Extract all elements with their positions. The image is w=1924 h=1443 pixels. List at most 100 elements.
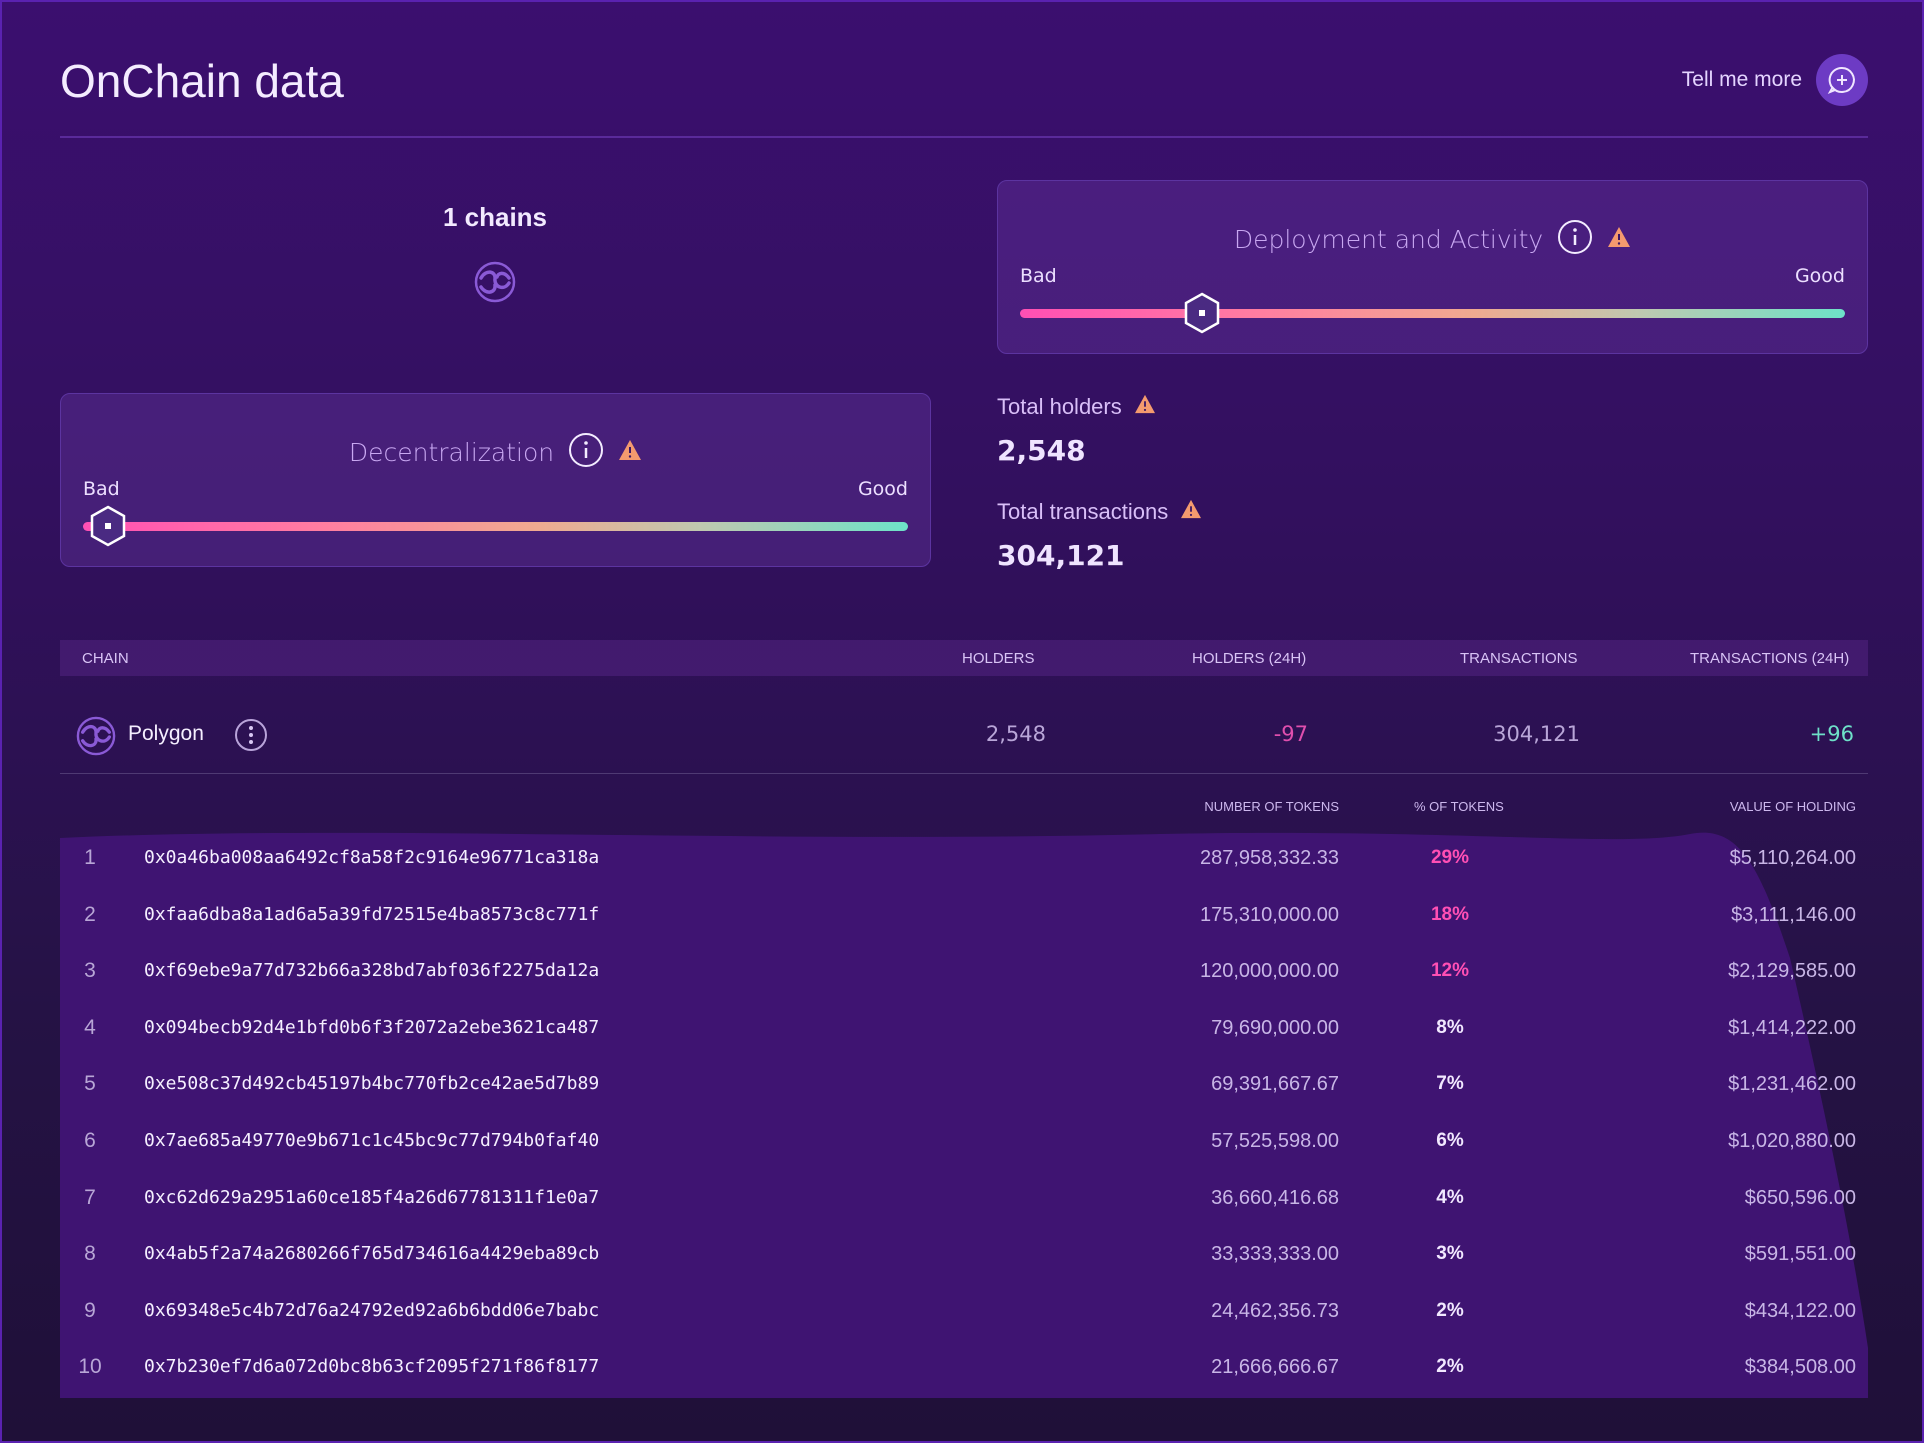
token-holder-row[interactable]: 7 0xc62d629a2951a60ce185f4a26d67781311f1e…: [60, 1172, 1868, 1228]
holder-value: $434,122.00: [1744, 1299, 1856, 1322]
score-track: [83, 522, 908, 531]
holder-address[interactable]: 0xe508c37d492cb45197b4bc770fb2ce42ae5d7b…: [144, 1073, 599, 1094]
holder-token-percent: 8%: [1436, 1016, 1464, 1038]
tell-me-more-button[interactable]: Tell me more: [1682, 54, 1868, 106]
holder-token-count: 57,525,598.00: [1211, 1130, 1339, 1152]
chain-holders-24h: -97: [1273, 722, 1308, 746]
total-transactions-label: Total transactions: [997, 499, 1169, 524]
decentralization-card: Decentralization Bad Good: [60, 393, 931, 567]
column-header-transactions[interactable]: TRANSACTIONS: [1460, 650, 1578, 667]
token-holder-row[interactable]: 2 0xfaa6dba8a1ad6a5a39fd72515e4ba8573c8c7…: [60, 889, 1868, 945]
info-icon[interactable]: [1557, 219, 1593, 259]
holder-token-percent: 2%: [1436, 1299, 1464, 1321]
holder-rank: 9: [84, 1298, 96, 1322]
deployment-activity-card: Deployment and Activity Bad Good: [997, 180, 1868, 354]
column-header-value-of-holding[interactable]: VALUE OF HOLDING: [1730, 799, 1856, 814]
header: OnChain data Tell me more: [60, 42, 1868, 138]
holder-address[interactable]: 0x0a46ba008aa6492cf8a58f2c9164e96771ca31…: [144, 847, 599, 868]
token-holder-row[interactable]: 4 0x094becb92d4e1bfd0b6f3f2072a2ebe3621ca…: [60, 1002, 1868, 1058]
holder-token-count: 79,690,000.00: [1211, 1016, 1339, 1039]
holder-token-count: 21,666,666.67: [1211, 1356, 1339, 1379]
chain-holders: 2,548: [985, 722, 1046, 746]
token-holder-row[interactable]: 1 0x0a46ba008aa6492cf8a58f2c9164e96771ca3…: [60, 832, 1868, 888]
total-transactions-value: 304,121: [997, 539, 1125, 572]
holder-address[interactable]: 0x7b230ef7d6a072d0bc8b63cf2095f271f86f81…: [144, 1356, 599, 1377]
column-header-holders[interactable]: HOLDERS: [962, 650, 1035, 667]
chat-add-icon[interactable]: [1816, 54, 1868, 106]
chain-transactions-24h: +96: [1809, 722, 1854, 746]
holder-value: $2,129,585.00: [1728, 960, 1856, 983]
score-marker-hexagon-icon: [1182, 291, 1222, 335]
holder-value: $1,020,880.00: [1728, 1130, 1856, 1152]
polygon-icon: [474, 261, 516, 307]
token-holder-row[interactable]: 9 0x69348e5c4b72d76a24792ed92a6b6bdd06e7b…: [60, 1285, 1868, 1341]
token-table-header: NUMBER OF TOKENS % OF TOKENS VALUE OF HO…: [60, 799, 1868, 819]
chain-row-polygon[interactable]: Polygon 2,548 -97 304,121 +96: [60, 702, 1868, 774]
holder-token-percent: 6%: [1436, 1130, 1464, 1151]
chain-transactions: 304,121: [1493, 722, 1580, 746]
holder-token-count: 120,000,000.00: [1199, 960, 1339, 983]
bad-label: Bad: [1020, 265, 1057, 287]
holder-token-count: 287,958,332.33: [1199, 847, 1339, 869]
decentralization-title: Decentralization: [348, 437, 555, 467]
holder-address[interactable]: 0xf69ebe9a77d732b66a328bd7abf036f2275da1…: [144, 960, 599, 981]
warning-icon: [1180, 499, 1202, 525]
tell-me-more-label: Tell me more: [1681, 68, 1802, 91]
holder-address[interactable]: 0x094becb92d4e1bfd0b6f3f2072a2ebe3621ca4…: [144, 1017, 599, 1038]
holder-value: $1,231,462.00: [1728, 1073, 1856, 1096]
holder-value: $650,596.00: [1744, 1186, 1856, 1209]
holder-rank: 3: [84, 959, 96, 983]
holder-rank: 8: [84, 1242, 96, 1266]
holder-token-count: 69,391,667.67: [1211, 1073, 1339, 1096]
token-holder-row[interactable]: 5 0xe508c37d492cb45197b4bc770fb2ce42ae5d7…: [60, 1058, 1868, 1114]
warning-icon: [1607, 226, 1631, 252]
holder-rank: 5: [84, 1072, 96, 1096]
holder-token-percent: 7%: [1436, 1073, 1464, 1095]
holder-address[interactable]: 0x69348e5c4b72d76a24792ed92a6b6bdd06e7ba…: [144, 1300, 599, 1321]
total-transactions-stat: Total transactions 304,121: [997, 499, 1202, 572]
column-header-chain[interactable]: CHAIN: [82, 650, 129, 667]
total-holders-stat: Total holders 2,548: [997, 394, 1156, 467]
token-holder-row[interactable]: 3 0xf69ebe9a77d732b66a328bd7abf036f2275da…: [60, 945, 1868, 1001]
column-header-number-of-tokens[interactable]: NUMBER OF TOKENS: [1204, 799, 1339, 814]
good-label: Good: [857, 478, 908, 500]
warning-icon: [1134, 394, 1156, 420]
holder-rank: 7: [84, 1185, 96, 1209]
holder-rank: 4: [84, 1015, 96, 1039]
holder-token-count: 175,310,000.00: [1199, 903, 1339, 926]
holder-rank: 2: [84, 902, 96, 926]
page-title: OnChain data: [60, 55, 344, 107]
warning-icon: [618, 439, 642, 465]
holder-address[interactable]: 0x4ab5f2a74a2680266f765d734616a4429eba89…: [144, 1243, 599, 1264]
holder-address[interactable]: 0xc62d629a2951a60ce185f4a26d67781311f1e0…: [144, 1187, 599, 1208]
column-header-holders-24h[interactable]: HOLDERS (24H): [1192, 650, 1306, 667]
total-holders-label: Total holders: [997, 394, 1122, 419]
chains-count: 1 chains: [442, 202, 548, 232]
info-icon[interactable]: [568, 432, 604, 472]
holder-address[interactable]: 0xfaa6dba8a1ad6a5a39fd72515e4ba8573c8c77…: [144, 904, 599, 925]
token-holder-row[interactable]: 6 0x7ae685a49770e9b671c1c45bc9c77d794b0fa…: [60, 1115, 1868, 1171]
holder-token-count: 33,333,333.00: [1211, 1243, 1339, 1266]
holder-rank: 6: [84, 1129, 96, 1152]
column-header-transactions-24h[interactable]: TRANSACTIONS (24H): [1690, 650, 1849, 667]
holder-value: $384,508.00: [1744, 1356, 1856, 1379]
more-options-icon[interactable]: [234, 718, 268, 757]
holder-value: $1,414,222.00: [1728, 1016, 1856, 1039]
chains-summary: 1 chains: [60, 202, 930, 307]
total-holders-value: 2,548: [997, 434, 1086, 467]
token-holder-row[interactable]: 8 0x4ab5f2a74a2680266f765d734616a4429eba8…: [60, 1228, 1868, 1284]
holder-address[interactable]: 0x7ae685a49770e9b671c1c45bc9c77d794b0faf…: [144, 1130, 599, 1151]
holder-token-percent: 12%: [1430, 960, 1470, 982]
holder-value: $3,111,146.00: [1731, 903, 1856, 926]
holder-token-count: 36,660,416.68: [1211, 1186, 1339, 1209]
chain-name: Polygon: [128, 722, 204, 745]
holder-token-percent: 2%: [1436, 1356, 1464, 1378]
holder-token-percent: 29%: [1430, 847, 1470, 868]
column-header-percent-of-tokens[interactable]: % OF TOKENS: [1414, 799, 1504, 814]
onchain-panel: OnChain data Tell me more 1 chains Deplo…: [0, 0, 1924, 1443]
good-label: Good: [1794, 265, 1845, 287]
bad-label: Bad: [83, 478, 120, 500]
holder-rank: 1: [84, 846, 96, 869]
token-holder-row[interactable]: 10 0x7b230ef7d6a072d0bc8b63cf2095f271f86f…: [60, 1341, 1868, 1397]
deployment-activity-title: Deployment and Activity: [1233, 224, 1544, 254]
